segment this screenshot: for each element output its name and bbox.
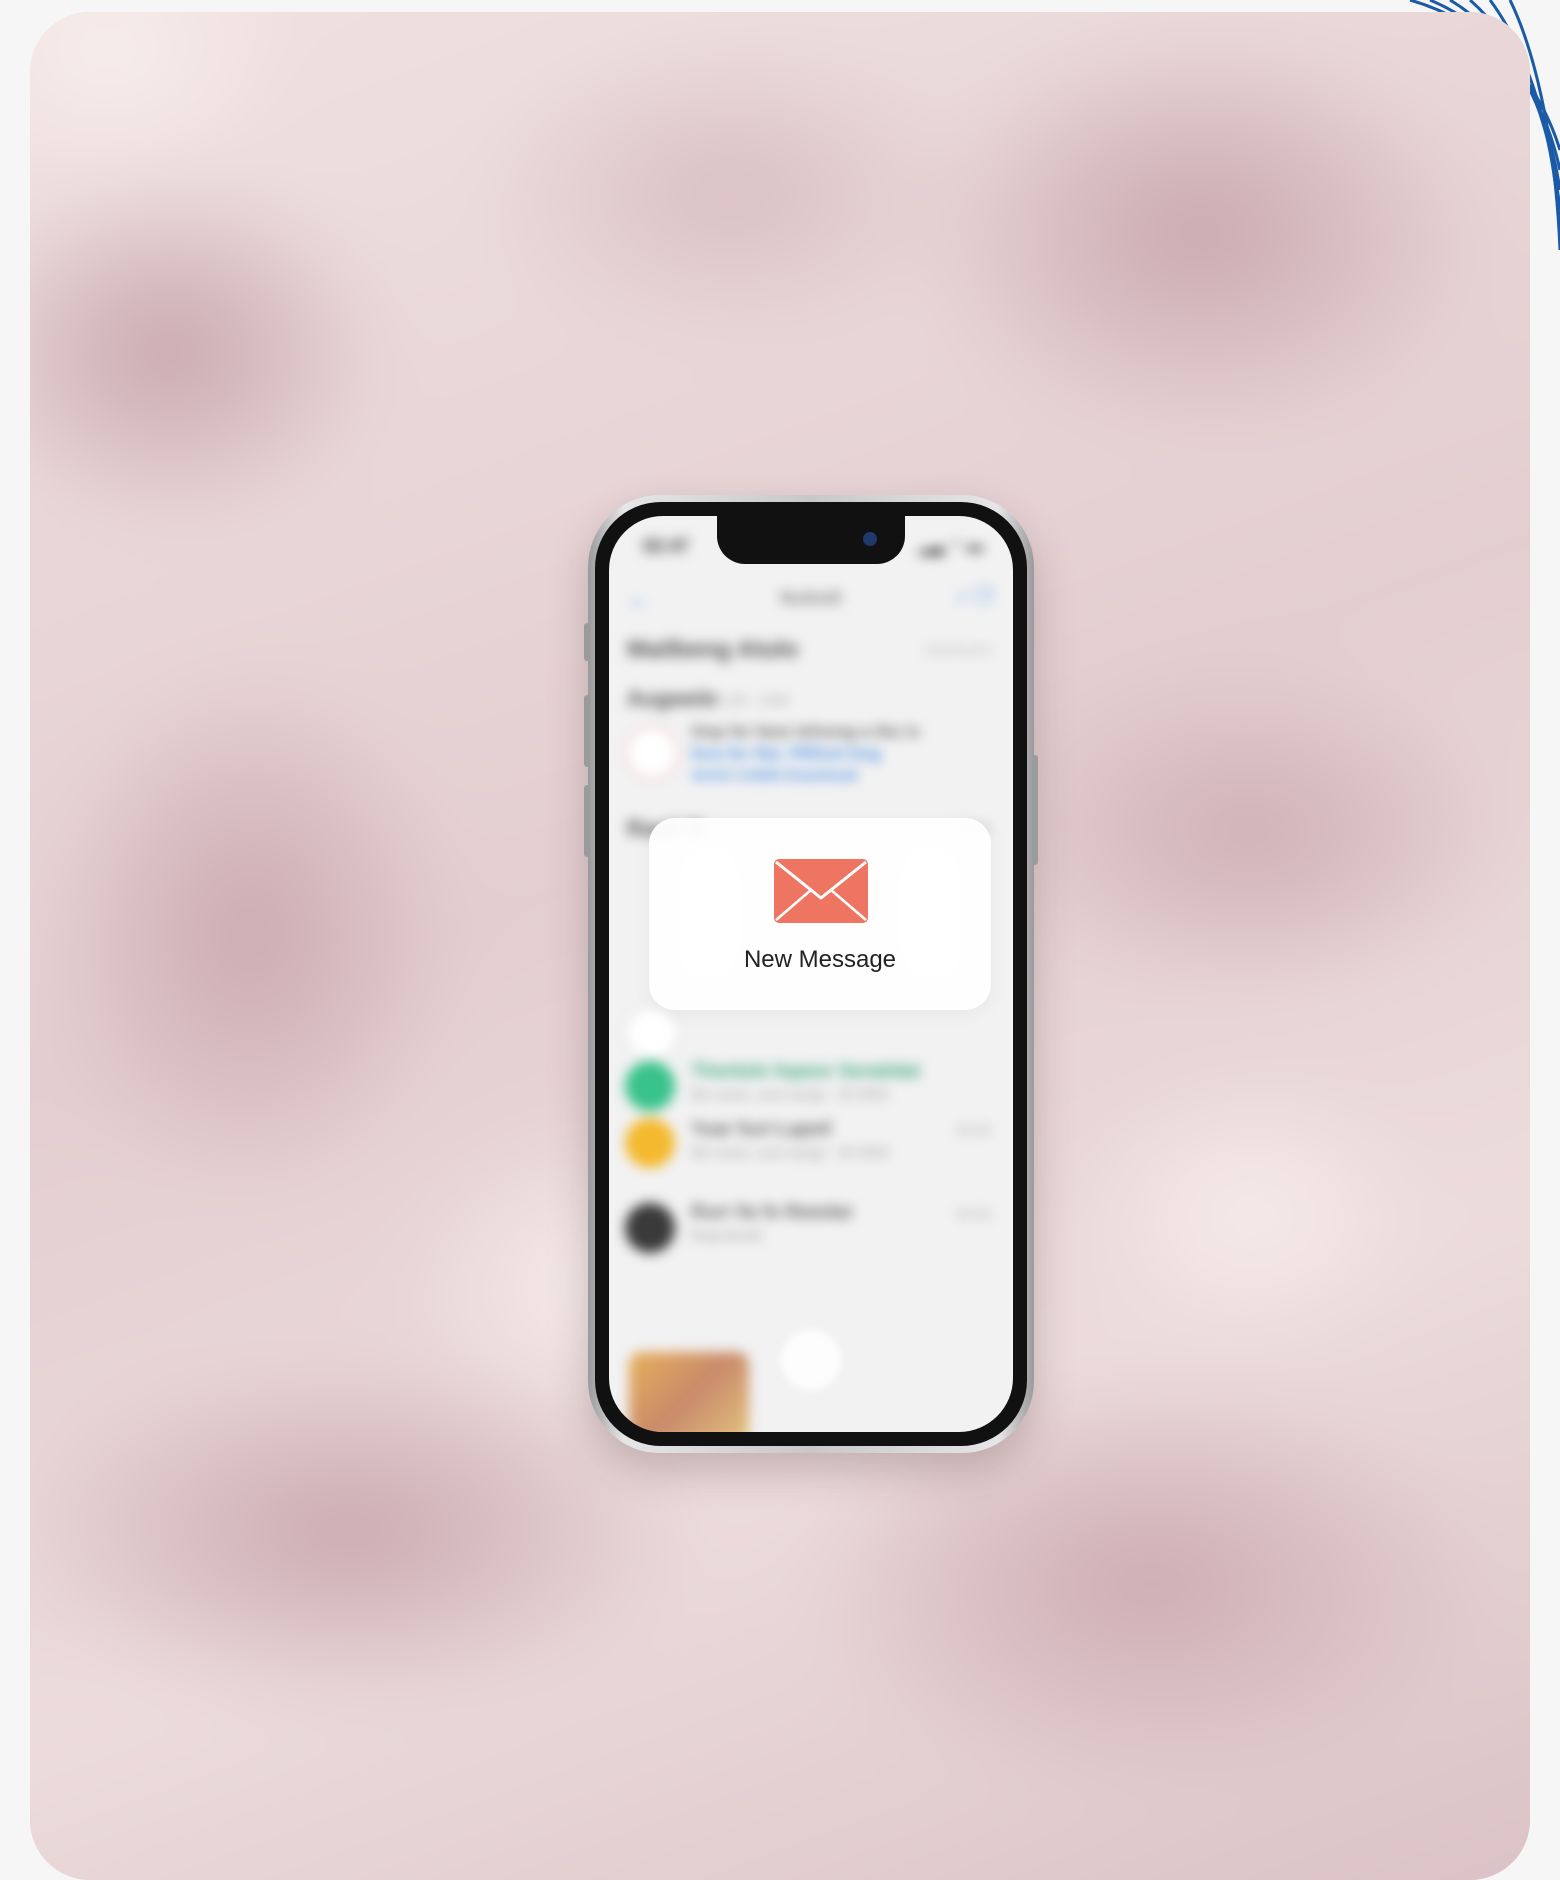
calendar-avatar: [625, 726, 679, 780]
background-card: 02:47 ▂▃ ◠ ▬ ← Notlotli ⌕ ⟳ Mailbeng Atu…: [30, 12, 1530, 1880]
group-meta: 1:01 · 0:00: [721, 692, 788, 708]
avatar: [625, 1061, 675, 1111]
avatar: [625, 1118, 675, 1168]
status-time: 02:47: [643, 536, 690, 556]
list-item-sub: ftar some, sura nyngs · 00 0000: [691, 1086, 889, 1102]
notification-label: New Message: [743, 946, 897, 973]
list-item-name[interactable]: Rurr fw fe Rwedar: [691, 1202, 854, 1224]
notch: [717, 516, 905, 564]
list-item-line2: fora fer flat. PRfont bng: [691, 744, 881, 763]
list-header: Mailbeng Atulo: [627, 636, 799, 663]
phone-bezel: 02:47 ▂▃ ◠ ▬ ← Notlotli ⌕ ⟳ Mailbeng Atu…: [595, 502, 1027, 1446]
power-button: [1032, 755, 1038, 865]
avatar: [625, 1006, 679, 1060]
envelope-icon: [774, 859, 868, 923]
list-item-line1: Gnp fer fane lefsong a the is: [691, 722, 920, 741]
list-header-meta: 0 0 0 0 0 0: [924, 642, 991, 658]
phone-mockup: 02:47 ▂▃ ◠ ▬ ← Notlotli ⌕ ⟳ Mailbeng Atu…: [584, 495, 1038, 1453]
avatar: [625, 1203, 675, 1253]
list-item-time: 00:00: [955, 1122, 991, 1138]
list-item-sub: ftar some, sura nyngs · 00 0000: [691, 1144, 889, 1160]
nav-title: Notlotli: [780, 588, 842, 608]
nav-actions[interactable]: ⌕ ⟳: [957, 586, 995, 609]
list-item-line3: ★★★ 0.0000 Download: [691, 767, 858, 784]
list-item-name[interactable]: Thenluls fupeur Seratidat: [691, 1061, 920, 1083]
list-item-time: 00:00: [955, 1206, 991, 1222]
volume-up-button: [584, 695, 590, 767]
list-item-name[interactable]: Yuar fuvi Lapeil: [691, 1119, 831, 1141]
new-message-notification[interactable]: New Message: [649, 818, 991, 1010]
phone-screen: 02:47 ▂▃ ◠ ▬ ← Notlotli ⌕ ⟳ Mailbeng Atu…: [609, 516, 1013, 1432]
volume-down-button: [584, 785, 590, 857]
floating-button[interactable]: [781, 1330, 841, 1390]
camera-icon: [863, 532, 877, 546]
group-title: Augwele: [627, 686, 718, 711]
page: 02:47 ▂▃ ◠ ▬ ← Notlotli ⌕ ⟳ Mailbeng Atu…: [0, 0, 1560, 1880]
image-thumbnail: [629, 1352, 749, 1432]
status-icons: ▂▃ ◠ ▬: [919, 538, 983, 555]
action-button: [584, 623, 590, 661]
list-item-sub: ftrag fanrafi: [691, 1227, 762, 1243]
